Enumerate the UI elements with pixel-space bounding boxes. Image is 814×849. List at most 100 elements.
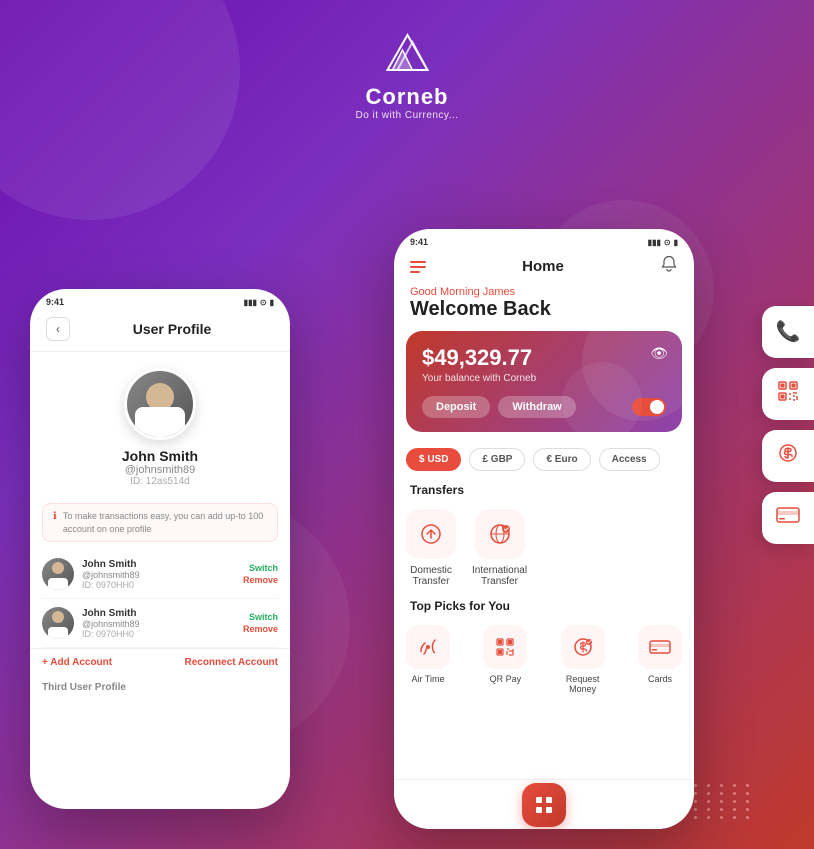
back-button[interactable]: ‹	[46, 317, 70, 341]
brand-name: Corneb	[355, 84, 458, 110]
account-list: John Smith @johnsmith89 ID: 0970HH0 Swit…	[30, 550, 290, 648]
balance-card: 👁 $49,329.77 Your balance with Corneb De…	[406, 331, 682, 432]
account-info-2: John Smith @johnsmith89 ID: 0970HH0	[82, 608, 235, 639]
back-icon: ‹	[56, 322, 60, 336]
avatar	[124, 368, 196, 440]
logo-area: Corneb Do it with Currency...	[355, 30, 458, 121]
domestic-transfer-icon	[406, 509, 456, 559]
account-info-1: John Smith @johnsmith89 ID: 0970HH0	[82, 559, 235, 590]
profile-header: ‹ User Profile	[30, 307, 290, 352]
info-icon: ℹ	[53, 511, 57, 522]
picks-section-title: Top Picks for You	[394, 595, 694, 617]
greeting-main: Welcome Back	[410, 298, 678, 321]
call-icon: 📞	[776, 319, 801, 344]
avatar-body	[135, 407, 185, 437]
requestmoney-pick-item[interactable]: RequestMoney	[561, 625, 605, 694]
currency-tab-gbp[interactable]: £ GBP	[469, 448, 525, 471]
card-float-button[interactable]	[762, 492, 814, 544]
user-name: John Smith	[122, 448, 198, 464]
qrpay-pick-label: QR Pay	[490, 674, 522, 684]
call-float-button[interactable]: 📞	[762, 306, 814, 358]
qrpay-pick-item[interactable]: QR Pay	[483, 625, 527, 694]
user-id: ID: 12as514d	[130, 476, 190, 487]
account-actions-1: Switch Remove	[243, 563, 278, 585]
transfers-section-title: Transfers	[394, 479, 694, 501]
transfers-row: DomesticTransfer InternationalTransfer	[394, 501, 694, 595]
domestic-transfer-label: DomesticTransfer	[410, 565, 452, 587]
international-transfer-item[interactable]: InternationalTransfer	[472, 509, 527, 587]
account-item-1: John Smith @johnsmith89 ID: 0970HH0 Swit…	[42, 550, 278, 599]
acct-user-1: @johnsmith89	[82, 570, 235, 580]
balance-label: Your balance with Corneb	[422, 373, 666, 384]
grid-fab-button[interactable]	[522, 783, 566, 827]
right-status-time: 9:41	[410, 237, 428, 247]
cards-pick-icon	[638, 625, 682, 669]
profile-title: User Profile	[70, 321, 274, 337]
cards-pick-label: Cards	[648, 674, 672, 684]
avatar-section: John Smith @johnsmith89 ID: 12as514d	[30, 352, 290, 495]
requestmoney-pick-icon	[561, 625, 605, 669]
acct-user-2: @johnsmith89	[82, 619, 235, 629]
acct-name-2: John Smith	[82, 608, 235, 619]
left-status-bar: 9:41 ▮▮▮ ⊙ ▮	[30, 289, 290, 307]
hamburger-menu[interactable]	[410, 261, 426, 273]
account-actions-2: Switch Remove	[243, 612, 278, 634]
cards-pick-item[interactable]: Cards	[638, 625, 682, 694]
remove-button-2[interactable]: Remove	[243, 624, 278, 634]
home-title: Home	[522, 258, 564, 275]
home-header: Home	[394, 247, 694, 282]
balance-amount: $49,329.77	[422, 345, 666, 371]
right-status-icons: ▮▮▮ ⊙ ▮	[648, 238, 678, 247]
airtime-pick-item[interactable]: Air Time	[406, 625, 450, 694]
account-avatar-1	[42, 558, 74, 590]
right-status-bar: 9:41 ▮▮▮ ⊙ ▮	[394, 229, 694, 247]
international-transfer-icon	[475, 509, 525, 559]
notice-text: To make transactions easy, you can add u…	[63, 510, 267, 535]
left-status-icons: ▮▮▮ ⊙ ▮	[244, 298, 274, 307]
international-transfer-label: InternationalTransfer	[472, 565, 527, 587]
user-username: @johnsmith89	[125, 464, 195, 476]
qr-icon	[777, 380, 799, 408]
profile-footer: + Add Account Reconnect Account	[30, 648, 290, 676]
deposit-button[interactable]: Deposit	[422, 396, 490, 418]
money-float-button[interactable]	[762, 430, 814, 482]
acct-name-1: John Smith	[82, 559, 235, 570]
switch-button-1[interactable]: Switch	[249, 563, 278, 573]
qr-float-button[interactable]	[762, 368, 814, 420]
balance-toggle[interactable]	[632, 398, 666, 416]
card-actions: Deposit Withdraw	[422, 396, 666, 418]
left-status-time: 9:41	[46, 297, 64, 307]
currency-tab-usd[interactable]: $ USD	[406, 448, 461, 471]
floating-buttons: 📞	[762, 306, 814, 544]
left-phone: 9:41 ▮▮▮ ⊙ ▮ ‹ User Profile John Smith @…	[30, 289, 290, 809]
toggle-knob	[650, 400, 664, 414]
notification-bell-icon[interactable]	[660, 255, 678, 278]
bg-decoration-1	[0, 0, 240, 220]
airtime-pick-icon	[406, 625, 450, 669]
acct-id-1: ID: 0970HH0	[82, 580, 235, 590]
withdraw-button[interactable]: Withdraw	[498, 396, 575, 418]
home-bottom-nav	[394, 779, 694, 829]
reconnect-button[interactable]: Reconnect Account	[184, 657, 278, 668]
picks-row: Air Time QR Pay	[394, 617, 694, 702]
brand-tagline: Do it with Currency...	[355, 110, 458, 121]
account-item-2: John Smith @johnsmith89 ID: 0970HH0 Swit…	[42, 599, 278, 648]
account-avatar-2	[42, 607, 74, 639]
remove-button-1[interactable]: Remove	[243, 575, 278, 585]
switch-button-2[interactable]: Switch	[249, 612, 278, 622]
greeting-section: Good Morning James Welcome Back	[394, 282, 694, 323]
hide-balance-icon[interactable]: 👁	[650, 345, 668, 362]
card-icon	[776, 506, 800, 530]
greeting-sub: Good Morning James	[410, 286, 678, 298]
domestic-transfer-item[interactable]: DomesticTransfer	[406, 509, 456, 587]
currency-tab-euro[interactable]: € Euro	[533, 448, 590, 471]
qrpay-pick-icon	[483, 625, 527, 669]
acct-id-2: ID: 0970HH0	[82, 629, 235, 639]
info-notice: ℹ To make transactions easy, you can add…	[42, 503, 278, 542]
currency-tabs: $ USD £ GBP € Euro Access	[394, 440, 694, 479]
third-user-label: Third User Profile	[30, 676, 290, 699]
right-phone: 9:41 ▮▮▮ ⊙ ▮ Home Good Morning James Wel…	[394, 229, 694, 829]
currency-tab-access[interactable]: Access	[599, 448, 660, 471]
add-account-button[interactable]: + Add Account	[42, 657, 112, 668]
logo-icon	[377, 30, 437, 75]
